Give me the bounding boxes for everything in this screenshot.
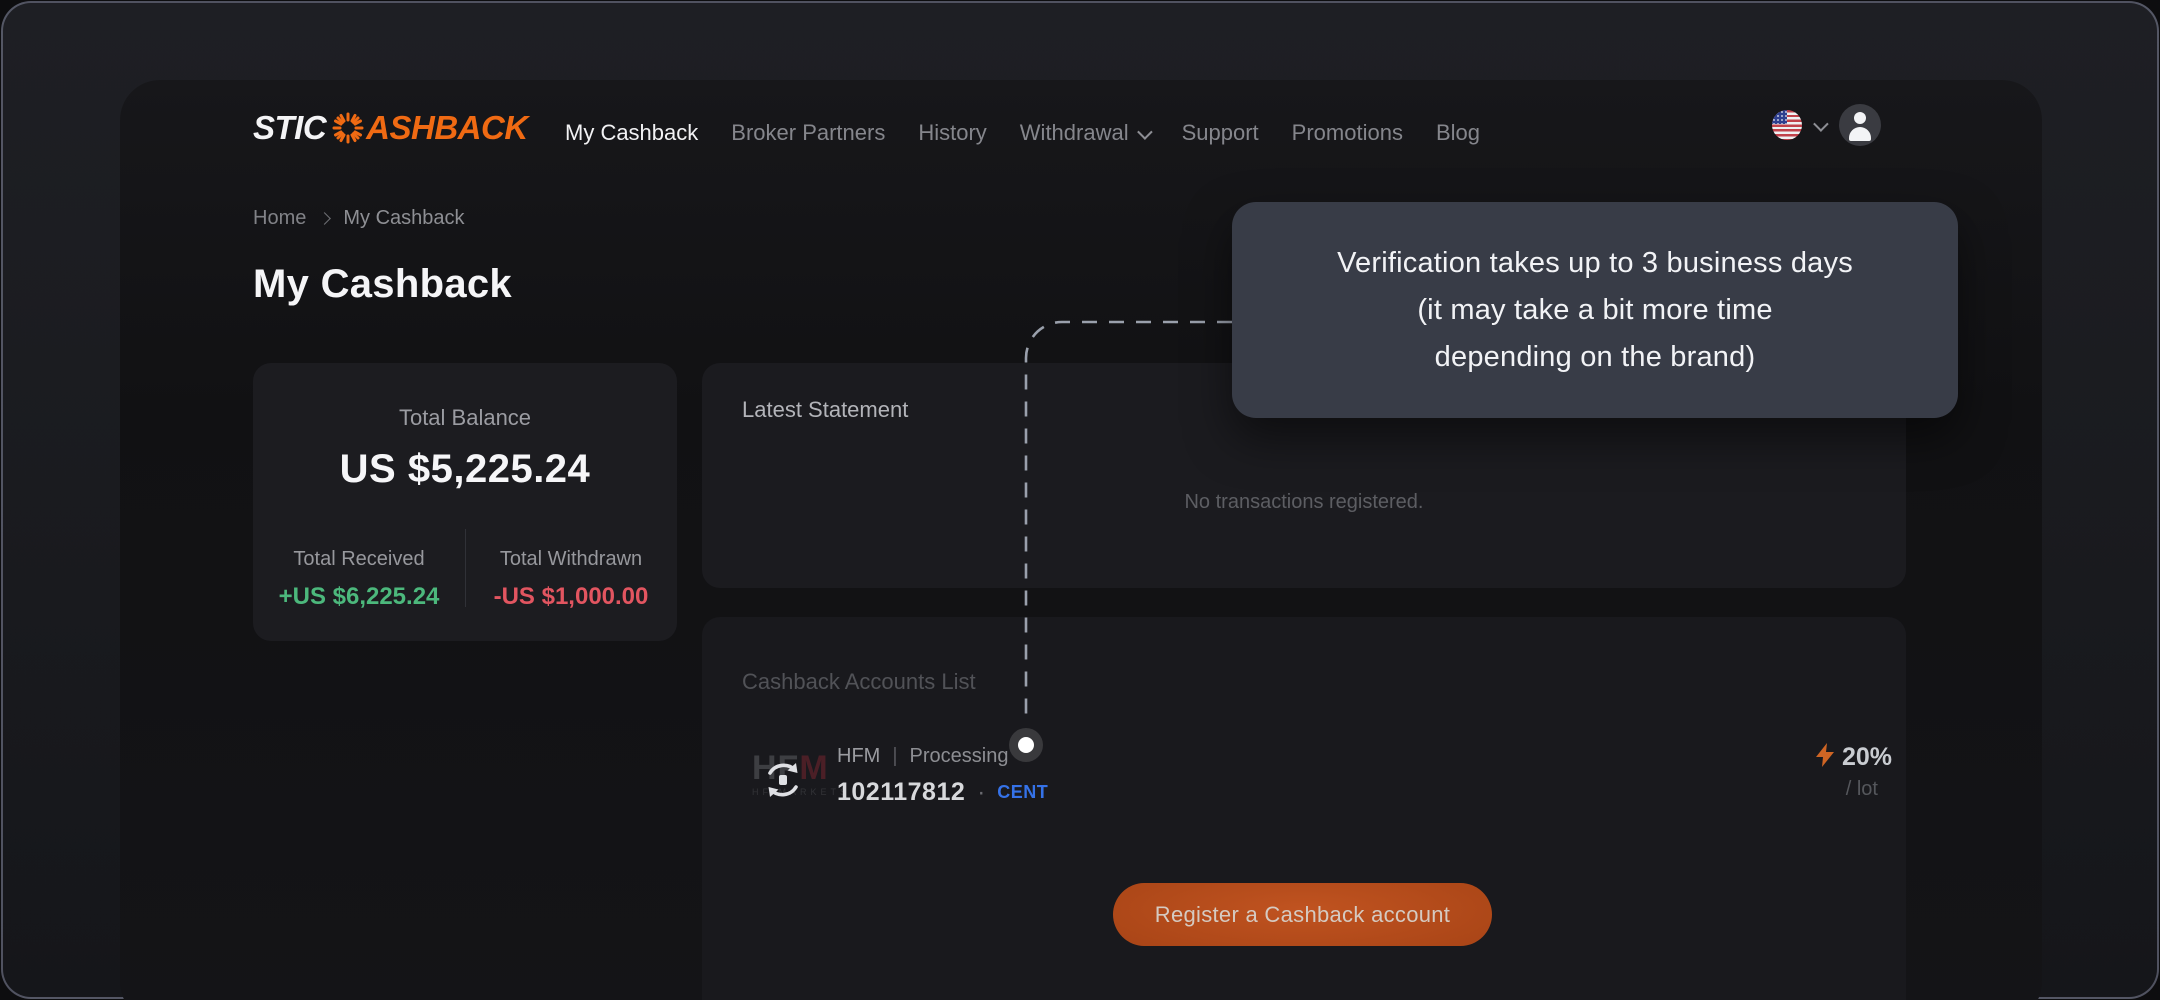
- broker-status-line: HFM | Processing: [837, 745, 1048, 768]
- nav-item-support[interactable]: Support: [1182, 120, 1259, 146]
- account-number: 102117812: [837, 778, 965, 807]
- lightning-icon: [1816, 743, 1834, 772]
- total-withdrawn-value: -US $1,000.00: [465, 583, 677, 611]
- total-balance-value: US $5,225.24: [340, 447, 591, 492]
- chevron-down-icon[interactable]: [1813, 116, 1829, 132]
- account-type-badge: CENT: [997, 782, 1048, 803]
- account-number-line: 102117812 · CENT: [837, 778, 1048, 807]
- separator-dot: ·: [977, 779, 985, 807]
- nav-label: Broker Partners: [731, 120, 885, 146]
- register-cashback-account-button[interactable]: Register a Cashback account: [1113, 883, 1492, 946]
- tooltip-line: Verification takes up to 3 business days: [1232, 240, 1958, 287]
- separator: |: [892, 745, 897, 768]
- total-balance-card: Total Balance US $5,225.24 Total Receive…: [253, 363, 677, 641]
- flag-canton: [1772, 110, 1787, 124]
- total-withdrawn-label: Total Withdrawn: [465, 548, 677, 571]
- account-info: HFM | Processing 102117812 · CENT: [837, 745, 1048, 807]
- nav-label: Blog: [1436, 120, 1480, 146]
- total-received-label: Total Received: [253, 548, 465, 571]
- nav-label: My Cashback: [565, 120, 698, 146]
- logo-burst-icon: [332, 112, 364, 144]
- breadcrumb-home[interactable]: Home: [253, 207, 306, 230]
- tooltip-line: (it may take a bit more time: [1232, 287, 1958, 334]
- nav-item-history[interactable]: History: [918, 120, 986, 146]
- cashback-rate: 20% / lot: [1782, 743, 1892, 801]
- balance-breakdown: Total Received +US $6,225.24 Total Withd…: [253, 548, 677, 611]
- breadcrumb-current: My Cashback: [343, 207, 464, 230]
- nav-label: Promotions: [1292, 120, 1403, 146]
- nav-item-my-cashback[interactable]: My Cashback: [565, 120, 698, 146]
- language-flag-icon[interactable]: [1772, 110, 1802, 140]
- total-balance-label: Total Balance: [399, 405, 531, 431]
- nav-label: History: [918, 120, 986, 146]
- nav-item-blog[interactable]: Blog: [1436, 120, 1480, 146]
- account-status: Processing: [910, 745, 1009, 768]
- stic-cashback-page: STIC ASHBACK My Cashback Broker Partners…: [0, 0, 2160, 1000]
- header-right: [1772, 104, 1881, 146]
- nav-label: Withdrawal: [1020, 120, 1129, 146]
- processing-refresh-icon: [760, 757, 806, 808]
- total-received-value: +US $6,225.24: [253, 583, 465, 611]
- no-transactions-text: No transactions registered.: [702, 491, 1906, 514]
- rate-value: 20%: [1842, 743, 1892, 772]
- breadcrumb: Home My Cashback: [253, 207, 465, 230]
- main-nav: My Cashback Broker Partners History With…: [565, 120, 1480, 146]
- nav-label: Support: [1182, 120, 1259, 146]
- total-received: Total Received +US $6,225.24: [253, 548, 465, 611]
- user-avatar[interactable]: [1839, 104, 1881, 146]
- cashback-account-row[interactable]: HFM HF MARKETS HFM | Proce: [702, 735, 1906, 825]
- breadcrumb-separator-icon: [318, 212, 331, 225]
- nav-item-promotions[interactable]: Promotions: [1292, 120, 1403, 146]
- latest-statement-title: Latest Statement: [742, 397, 908, 423]
- rate-unit: / lot: [1782, 778, 1892, 801]
- broker-name: HFM: [837, 745, 880, 768]
- verification-tooltip: Verification takes up to 3 business days…: [1232, 202, 1958, 418]
- logo-text-cashback: ASHBACK: [366, 106, 528, 150]
- tooltip-line: depending on the brand): [1232, 334, 1958, 381]
- logo[interactable]: STIC ASHBACK: [253, 106, 528, 150]
- nav-item-withdrawal[interactable]: Withdrawal: [1020, 120, 1149, 146]
- page-title: My Cashback: [253, 262, 512, 307]
- cashback-accounts-card: Cashback Accounts List HFM HF MARKETS: [702, 617, 1906, 1000]
- chevron-down-icon: [1137, 124, 1153, 140]
- total-withdrawn: Total Withdrawn -US $1,000.00: [465, 548, 677, 611]
- cashback-accounts-title: Cashback Accounts List: [742, 669, 976, 695]
- logo-text-stic: STIC: [253, 106, 326, 150]
- nav-item-broker-partners[interactable]: Broker Partners: [731, 120, 885, 146]
